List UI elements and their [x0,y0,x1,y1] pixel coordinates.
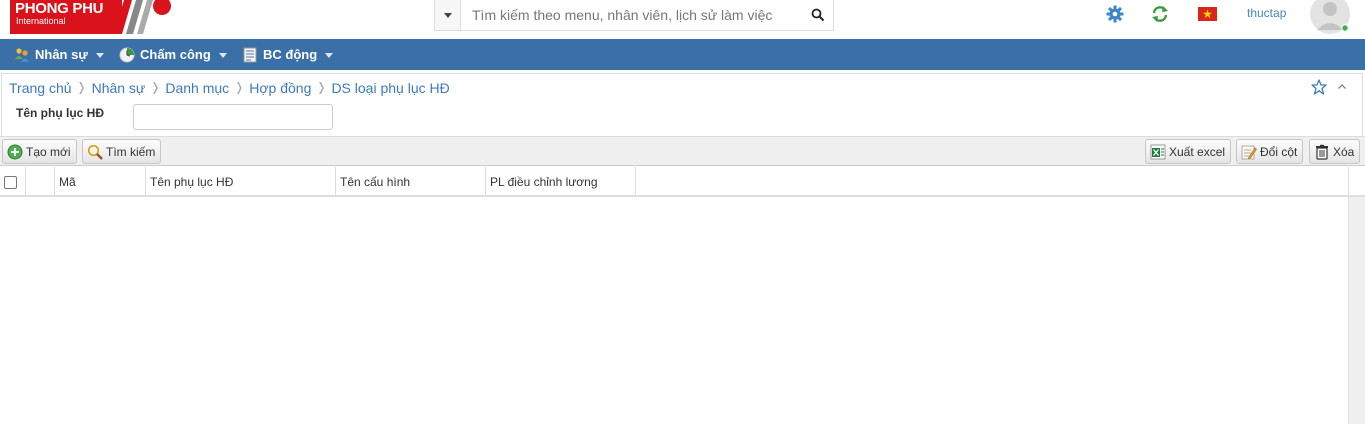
column-header-appendix-name[interactable]: Tên phụ lục HĐ [146,167,336,197]
top-header: PHONG PHU International Tìm kiếm theo me… [0,0,1365,39]
grid-header: Mã Tên phụ lục HĐ Tên cấu hình PL điều c… [0,167,1348,197]
export-excel-label: Xuất excel [1169,144,1226,159]
logo-stripes-graphic [114,0,171,34]
breadcrumb-contract[interactable]: Hợp đồng [249,80,311,96]
main-nav: Nhân sự Chấm công BC động [0,39,1365,70]
select-all-cell [0,167,26,197]
column-header-config-name-label: Tên cấu hình [340,175,411,189]
filter-label-appendix-name: Tên phụ lục HĐ [16,106,104,120]
breadcrumb: Trang chủ ❭ Nhân sự ❭ Danh mục ❭ Hợp đồn… [1,73,1363,101]
logo-subtext: International [16,16,66,26]
column-header-code[interactable]: Mã [55,167,146,197]
column-header-salary-adjustment-label: PL điều chỉnh lương [490,175,598,189]
refresh-icon[interactable] [1151,5,1169,23]
vertical-scrollbar[interactable] [1348,197,1365,424]
nav-menu-dynamic-report[interactable]: BC động [242,39,334,70]
people-icon [15,47,29,62]
search-input[interactable] [462,0,802,30]
logo-text: PHONG PHU [15,0,104,17]
clock-icon [119,47,135,62]
chevron-up-icon[interactable] [1338,84,1346,89]
column-header-appendix-name-label: Tên phụ lục HĐ [150,175,234,189]
add-icon [7,144,23,159]
breadcrumb-hr[interactable]: Nhân sự [92,80,146,96]
breadcrumb-current[interactable]: DS loại phụ lục HĐ [331,80,449,96]
breadcrumb-separator: ❭ [150,80,161,94]
search-scope-dropdown[interactable] [435,0,461,30]
avatar[interactable] [1309,0,1351,34]
create-button-label: Tạo mới [26,144,71,159]
delete-button-label: Xóa [1333,144,1355,159]
global-search [434,0,834,31]
change-columns-button[interactable]: Đổi cột [1236,139,1304,164]
breadcrumb-home[interactable]: Trang chủ [9,80,72,96]
username-link[interactable]: thuctap [1247,6,1286,20]
column-header-salary-adjustment[interactable]: PL điều chỉnh lương [486,167,636,197]
row-number-column [26,167,55,197]
nav-label-dynamic-report: BC động [263,47,318,62]
filter-panel: Tên phụ lục HĐ [1,100,1363,137]
nav-menu-timekeeping[interactable]: Chấm công [119,39,227,70]
column-header-config-name[interactable]: Tên cấu hình [336,167,486,197]
company-logo[interactable]: PHONG PHU International [10,0,172,34]
breadcrumb-category[interactable]: Danh mục [165,80,229,96]
nav-label-timekeeping: Chấm công [140,47,211,62]
change-columns-label: Đổi cột [1260,144,1298,159]
breadcrumb-separator: ❭ [234,80,245,94]
nav-label-hr: Nhân sự [35,47,88,62]
delete-button[interactable]: Xóa [1309,139,1361,164]
breadcrumb-separator: ❭ [316,80,327,94]
create-button[interactable]: Tạo mới [2,139,77,164]
export-excel-button[interactable]: Xuất excel [1145,139,1232,164]
edit-columns-icon [1241,145,1257,159]
trash-icon [1316,144,1328,160]
search-button[interactable]: Tìm kiếm [82,139,162,164]
gear-icon[interactable] [1106,5,1124,23]
report-icon [243,47,257,62]
nav-menu-hr[interactable]: Nhân sự [14,39,104,70]
breadcrumb-separator: ❭ [76,80,87,94]
select-all-checkbox[interactable] [4,175,17,189]
chevron-down-icon [218,53,227,58]
column-header-code-label: Mã [59,175,76,189]
grid-toolbar: Tạo mới Tìm kiếm Xuất excel Đổi cột Xóa [0,136,1365,166]
magnifier-icon [87,144,103,160]
excel-icon [1150,144,1166,159]
search-button-label: Tìm kiếm [106,144,156,159]
grid-header-scroll-corner [1348,167,1365,197]
chevron-down-icon [325,53,334,58]
appendix-name-input[interactable] [133,104,333,130]
vietnam-flag-icon[interactable] [1198,7,1217,21]
chevron-down-icon [95,53,104,58]
search-icon[interactable] [811,8,825,22]
star-icon[interactable] [1311,79,1327,95]
